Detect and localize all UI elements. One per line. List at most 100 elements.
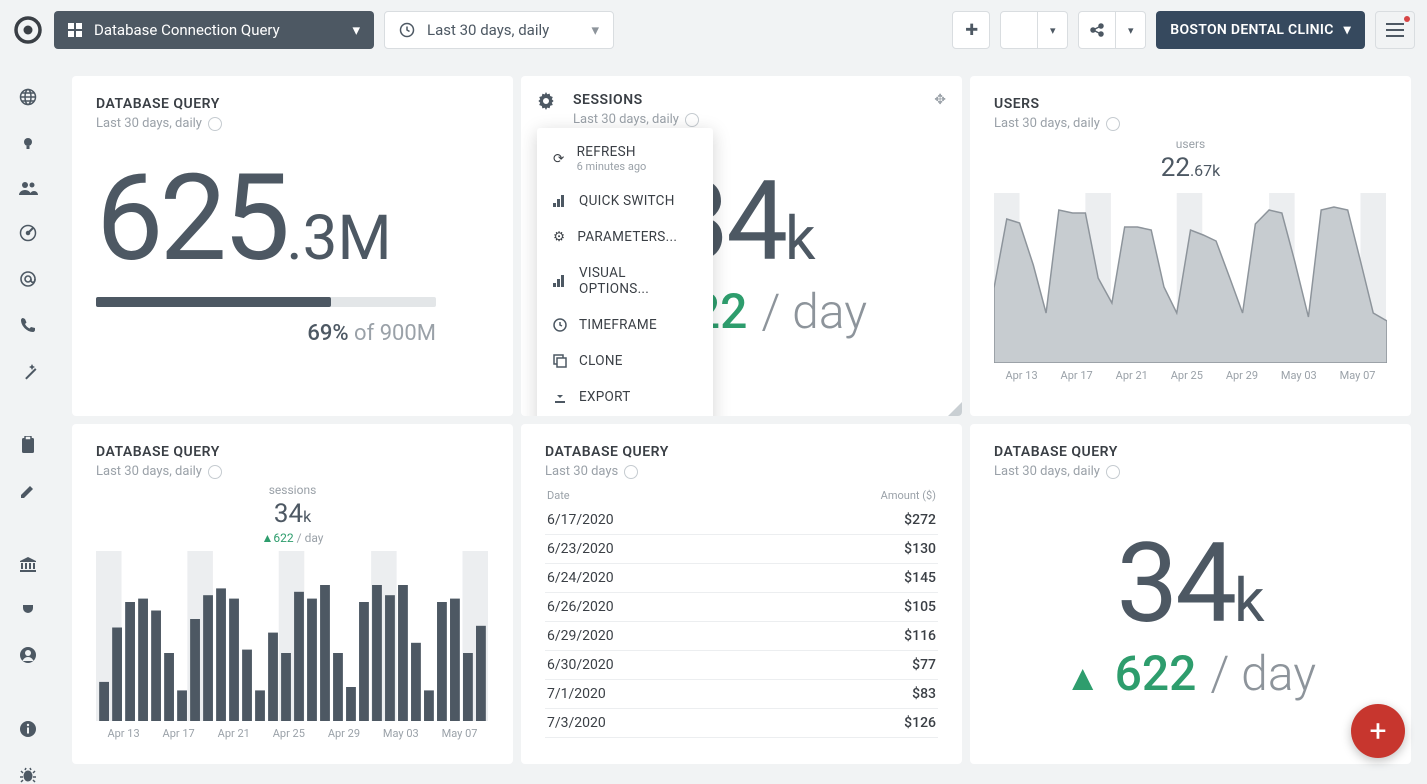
plug-icon[interactable] <box>17 600 39 618</box>
menu-item-export[interactable]: EXPORT <box>537 379 713 415</box>
plus-icon: + <box>1369 714 1386 749</box>
add-button[interactable]: + <box>1351 704 1405 758</box>
chevron-down-icon: ▾ <box>1128 24 1134 37</box>
download-icon <box>553 390 567 404</box>
timeframe-selector[interactable]: Last 30 days, daily ▾ <box>384 11 614 49</box>
kpi-value: 625 .3M <box>96 159 489 279</box>
plugin-button[interactable] <box>952 11 990 49</box>
theme-button[interactable] <box>1000 11 1038 49</box>
menu-item-refresh[interactable]: ⟳REFRESH6 minutes ago <box>537 134 713 183</box>
share-button[interactable] <box>1078 11 1116 49</box>
menu-item-timeframe[interactable]: TIMEFRAME <box>537 307 713 343</box>
bank-icon[interactable] <box>17 556 39 572</box>
theme-dropdown[interactable]: ▾ <box>1038 11 1068 49</box>
card-subtitle: Last 30 days, daily <box>573 112 938 127</box>
bug-icon[interactable] <box>17 766 39 784</box>
user-icon[interactable] <box>17 646 39 664</box>
table-row: 6/23/2020$130 <box>545 535 938 564</box>
at-icon[interactable] <box>17 270 39 288</box>
menu-item-quick-switch[interactable]: QUICK SWITCH <box>537 183 713 219</box>
chevron-down-icon: ▾ <box>1050 24 1056 37</box>
card-settings-button[interactable]: ⟳REFRESH6 minutes ago QUICK SWITCH ⚙PARA… <box>537 92 555 110</box>
bars-icon <box>553 195 567 207</box>
refresh-icon: ⟳ <box>553 151 565 167</box>
card-title: DATABASE QUERY <box>545 444 938 460</box>
org-label: BOSTON DENTAL CLINIC <box>1170 22 1333 38</box>
radar-icon[interactable] <box>17 224 39 242</box>
chart-mini-value: 22.67k <box>994 153 1387 183</box>
table-row: 7/1/2020$83 <box>545 680 938 709</box>
resize-handle[interactable] <box>948 402 962 416</box>
visibility-icon <box>685 113 699 127</box>
card-subtitle: Last 30 days, daily <box>994 116 1387 131</box>
chart-mini-delta: ▲622 / day <box>96 531 489 545</box>
card-context-menu: ⟳REFRESH6 minutes ago QUICK SWITCH ⚙PARA… <box>537 128 713 416</box>
top-bar: Database Connection Query ▾ Last 30 days… <box>0 0 1427 60</box>
card-title: DATABASE QUERY <box>994 444 1387 460</box>
card-database-query-table: DATABASE QUERY Last 30 days DateAmount (… <box>521 424 962 764</box>
card-database-query-kpi: DATABASE QUERY Last 30 days, daily 625 .… <box>72 76 513 416</box>
wand-icon[interactable] <box>17 362 39 380</box>
grid-icon <box>68 23 82 37</box>
kpi-value: 34 k <box>994 529 1387 639</box>
phone-icon[interactable] <box>17 316 39 334</box>
menu-item-remove[interactable]: REMOVE <box>537 415 713 416</box>
card-title: DATABASE QUERY <box>96 96 489 112</box>
menu-item-parameters[interactable]: ⚙PARAMETERS... <box>537 219 713 255</box>
timeframe-label: Last 30 days, daily <box>427 21 549 39</box>
table-row: 7/3/2020$126 <box>545 709 938 738</box>
visibility-icon <box>208 465 222 479</box>
card-users: USERS Last 30 days, daily users 22.67k A… <box>970 76 1411 416</box>
chevron-down-icon: ▾ <box>1344 22 1351 38</box>
table-row: 6/29/2020$116 <box>545 622 938 651</box>
app-logo <box>12 14 44 46</box>
card-database-query-kpi2: DATABASE QUERY Last 30 days, daily 34 k … <box>970 424 1411 764</box>
up-triangle-icon: ▲ <box>1065 657 1101 699</box>
query-selector-label: Database Connection Query <box>94 21 280 39</box>
table-header: DateAmount ($) <box>545 489 938 506</box>
up-triangle-icon: ▲ <box>262 531 274 545</box>
org-selector[interactable]: BOSTON DENTAL CLINIC ▾ <box>1156 11 1365 49</box>
visibility-icon <box>1106 117 1120 131</box>
share-button-group: ▾ <box>1078 11 1146 49</box>
card-subtitle: Last 30 days <box>545 464 938 479</box>
theme-button-group: ▾ <box>1000 11 1068 49</box>
card-database-query-bar: DATABASE QUERY Last 30 days, daily sessi… <box>72 424 513 764</box>
table-row: 6/24/2020$145 <box>545 564 938 593</box>
menu-item-visual-options[interactable]: VISUAL OPTIONS... <box>537 255 713 307</box>
move-handle[interactable]: ✥ <box>934 92 946 108</box>
x-axis-labels: Apr 13Apr 17Apr 21Apr 25Apr 29May 03May … <box>994 369 1387 382</box>
kpi-delta: ▲622 / day <box>994 645 1387 702</box>
group-icon[interactable] <box>17 180 39 196</box>
info-icon[interactable] <box>17 720 39 738</box>
table-row: 6/17/2020$272 <box>545 506 938 535</box>
progress-caption: 69% of 900M <box>96 321 436 346</box>
table-row: 6/26/2020$105 <box>545 593 938 622</box>
chart-mini-value: 34k <box>96 499 489 529</box>
chevron-down-icon: ▾ <box>591 21 599 39</box>
bar-chart <box>96 551 489 721</box>
table-body: 6/17/2020$2726/23/2020$1306/24/2020$1456… <box>545 506 938 738</box>
card-title: USERS <box>994 96 1387 112</box>
card-title: DATABASE QUERY <box>96 444 489 460</box>
table-row: 6/30/2020$77 <box>545 651 938 680</box>
sidebar <box>0 60 56 780</box>
globe-icon[interactable] <box>17 88 39 106</box>
clock-icon <box>399 22 415 38</box>
query-selector[interactable]: Database Connection Query ▾ <box>54 11 374 49</box>
card-subtitle: Last 30 days, daily <box>994 464 1387 479</box>
visibility-icon <box>208 117 222 131</box>
card-subtitle: Last 30 days, daily <box>96 116 489 131</box>
main-menu-button[interactable] <box>1375 11 1415 49</box>
clipboard-icon[interactable] <box>17 436 39 454</box>
card-title: SESSIONS <box>573 92 938 108</box>
menu-item-clone[interactable]: CLONE <box>537 343 713 379</box>
progress-bar <box>96 297 436 307</box>
share-dropdown[interactable]: ▾ <box>1116 11 1146 49</box>
card-sessions: ⟳REFRESH6 minutes ago QUICK SWITCH ⚙PARA… <box>521 76 962 416</box>
pencil-icon[interactable] <box>17 482 39 500</box>
bars-icon <box>553 275 567 287</box>
visibility-icon <box>624 465 638 479</box>
bulb-icon[interactable] <box>17 134 39 152</box>
dashboard-main: DATABASE QUERY Last 30 days, daily 625 .… <box>56 60 1427 780</box>
